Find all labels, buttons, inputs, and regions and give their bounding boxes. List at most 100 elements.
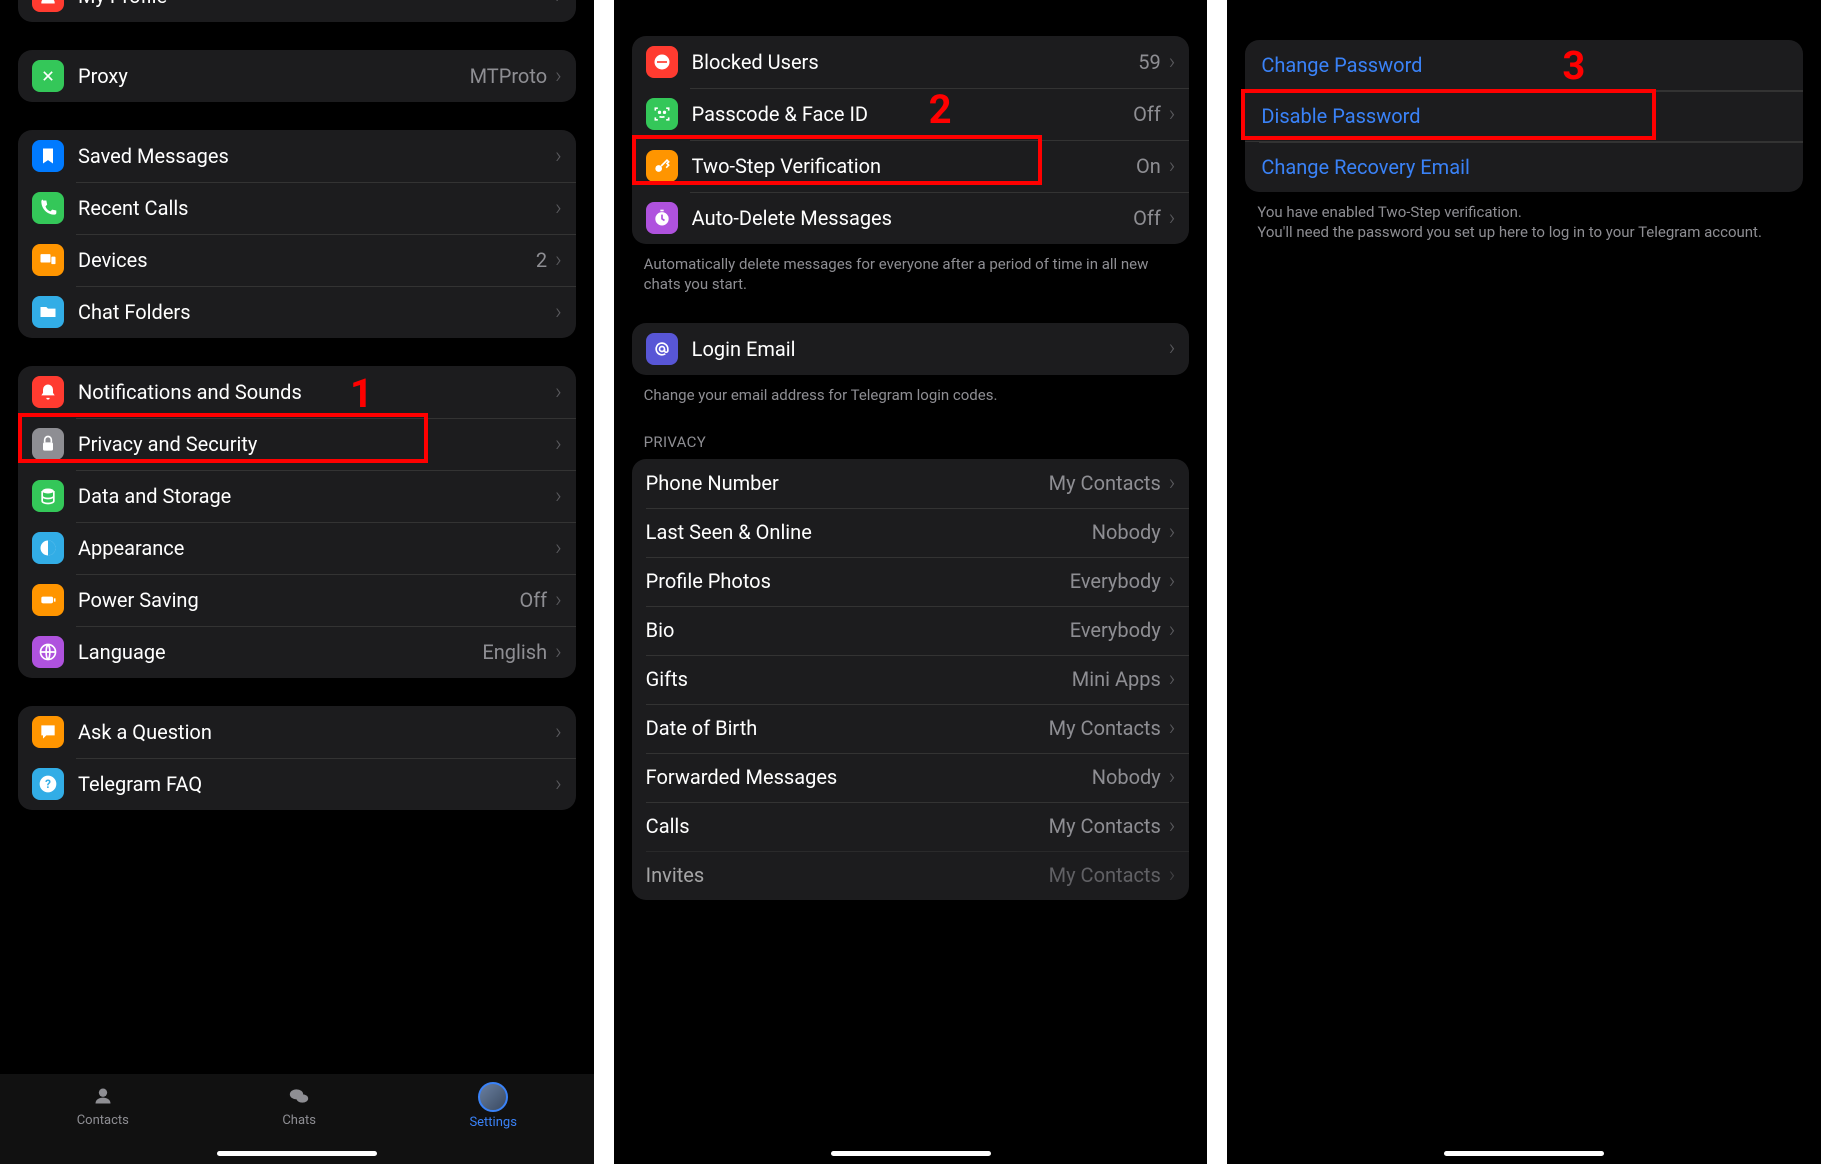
chevron-right-icon: › (1169, 336, 1176, 361)
bio-row[interactable]: Bio Everybody › (632, 606, 1190, 655)
devices-row[interactable]: Devices 2 › (18, 234, 576, 286)
chat-folders-row[interactable]: Chat Folders › (18, 286, 576, 338)
tab-contacts[interactable]: Contacts (77, 1082, 129, 1128)
bell-icon (32, 376, 64, 408)
avatar-icon (478, 1082, 508, 1112)
last-seen-value: Nobody (1092, 520, 1161, 544)
blocked-users-value: 59 (1138, 50, 1160, 74)
chevron-right-icon: › (1169, 618, 1176, 643)
home-indicator (831, 1151, 991, 1156)
change-recovery-row[interactable]: Change Recovery Email (1245, 141, 1803, 192)
chevron-right-icon: › (1169, 814, 1176, 839)
appearance-row[interactable]: Appearance › (18, 522, 576, 574)
blocked-icon (646, 46, 678, 78)
database-icon (32, 480, 64, 512)
power-saving-value: Off (519, 588, 547, 612)
two-step-screen: Change Password Disable Password Change … (1227, 0, 1821, 1164)
tab-chats[interactable]: Chats (282, 1082, 316, 1128)
telegram-faq-label: Telegram FAQ (78, 772, 555, 796)
tab-settings[interactable]: Settings (469, 1082, 516, 1130)
language-label: Language (78, 640, 482, 664)
data-storage-label: Data and Storage (78, 484, 555, 508)
auto-delete-footer: Automatically delete messages for everyo… (644, 254, 1178, 295)
invites-row[interactable]: Invites My Contacts › (632, 851, 1190, 900)
change-password-row[interactable]: Change Password (1245, 40, 1803, 90)
language-value: English (482, 640, 547, 664)
chat-folders-label: Chat Folders (78, 300, 555, 324)
dob-row[interactable]: Date of Birth My Contacts › (632, 704, 1190, 753)
phone-number-row[interactable]: Phone Number My Contacts › (632, 459, 1190, 508)
proxy-label: Proxy (78, 64, 470, 88)
power-saving-label: Power Saving (78, 588, 519, 612)
at-icon (646, 333, 678, 365)
chevron-right-icon: › (555, 0, 562, 9)
disable-password-row[interactable]: Disable Password (1245, 90, 1803, 141)
contacts-icon (87, 1082, 119, 1110)
data-storage-row[interactable]: Data and Storage › (18, 470, 576, 522)
auto-delete-row[interactable]: Auto-Delete Messages Off › (632, 192, 1190, 244)
last-seen-label: Last Seen & Online (646, 520, 1092, 544)
recent-calls-row[interactable]: Recent Calls › (18, 182, 576, 234)
chevron-right-icon: › (555, 64, 562, 89)
power-saving-row[interactable]: Power Saving Off › (18, 574, 576, 626)
battery-icon (32, 584, 64, 616)
calls-label: Calls (646, 814, 1049, 838)
devices-value: 2 (536, 248, 547, 272)
chats-icon (283, 1082, 315, 1110)
chevron-right-icon: › (555, 432, 562, 457)
disable-password-label: Disable Password (1261, 104, 1420, 128)
chevron-right-icon: › (1169, 569, 1176, 594)
saved-messages-label: Saved Messages (78, 144, 555, 168)
saved-messages-row[interactable]: Saved Messages › (18, 130, 576, 182)
language-row[interactable]: Language English › (18, 626, 576, 678)
person-icon (32, 0, 64, 12)
tab-contacts-label: Contacts (77, 1113, 129, 1128)
my-profile-row[interactable]: My Profile › (18, 0, 576, 22)
blocked-users-label: Blocked Users (692, 50, 1139, 74)
folder-icon (32, 296, 64, 328)
ask-question-label: Ask a Question (78, 720, 555, 744)
timer-icon (646, 202, 678, 234)
profile-photos-row[interactable]: Profile Photos Everybody › (632, 557, 1190, 606)
forwarded-label: Forwarded Messages (646, 765, 1092, 789)
proxy-value: MTProto (470, 64, 547, 88)
help-icon: ? (32, 768, 64, 800)
two-step-row[interactable]: Two-Step Verification On › (632, 140, 1190, 192)
login-email-label: Login Email (692, 337, 1169, 361)
forwarded-row[interactable]: Forwarded Messages Nobody › (632, 753, 1190, 802)
ask-question-row[interactable]: Ask a Question › (18, 706, 576, 758)
devices-icon (32, 244, 64, 276)
privacy-security-screen: Blocked Users 59 › Passcode & Face ID Of… (614, 0, 1208, 1164)
recent-calls-label: Recent Calls (78, 196, 555, 220)
chevron-right-icon: › (555, 720, 562, 745)
chevron-right-icon: › (1169, 765, 1176, 790)
change-recovery-label: Change Recovery Email (1261, 155, 1469, 179)
chevron-right-icon: › (555, 536, 562, 561)
globe-icon (32, 636, 64, 668)
gifts-label: Gifts (646, 667, 1072, 691)
invites-value: My Contacts (1049, 863, 1161, 887)
chevron-right-icon: › (555, 588, 562, 613)
notifications-row[interactable]: Notifications and Sounds › (18, 366, 576, 418)
chevron-right-icon: › (555, 144, 562, 169)
last-seen-row[interactable]: Last Seen & Online Nobody › (632, 508, 1190, 557)
blocked-users-row[interactable]: Blocked Users 59 › (632, 36, 1190, 88)
two-step-label: Two-Step Verification (692, 154, 1136, 178)
bio-value: Everybody (1070, 618, 1161, 642)
privacy-security-row[interactable]: Privacy and Security › (18, 418, 576, 470)
gifts-row[interactable]: Gifts Mini Apps › (632, 655, 1190, 704)
login-email-row[interactable]: Login Email › (632, 323, 1190, 375)
chevron-right-icon: › (555, 484, 562, 509)
login-email-footer: Change your email address for Telegram l… (644, 385, 1178, 405)
appearance-label: Appearance (78, 536, 555, 560)
invites-label: Invites (646, 863, 1049, 887)
forwarded-value: Nobody (1092, 765, 1161, 789)
telegram-faq-row[interactable]: ? Telegram FAQ › (18, 758, 576, 810)
proxy-row[interactable]: Proxy MTProto › (18, 50, 576, 102)
my-profile-label: My Profile (78, 0, 555, 8)
calls-row[interactable]: Calls My Contacts › (632, 802, 1190, 851)
profile-photos-label: Profile Photos (646, 569, 1070, 593)
key-icon (646, 150, 678, 182)
passcode-row[interactable]: Passcode & Face ID Off › (632, 88, 1190, 140)
gifts-value: Mini Apps (1072, 667, 1161, 691)
